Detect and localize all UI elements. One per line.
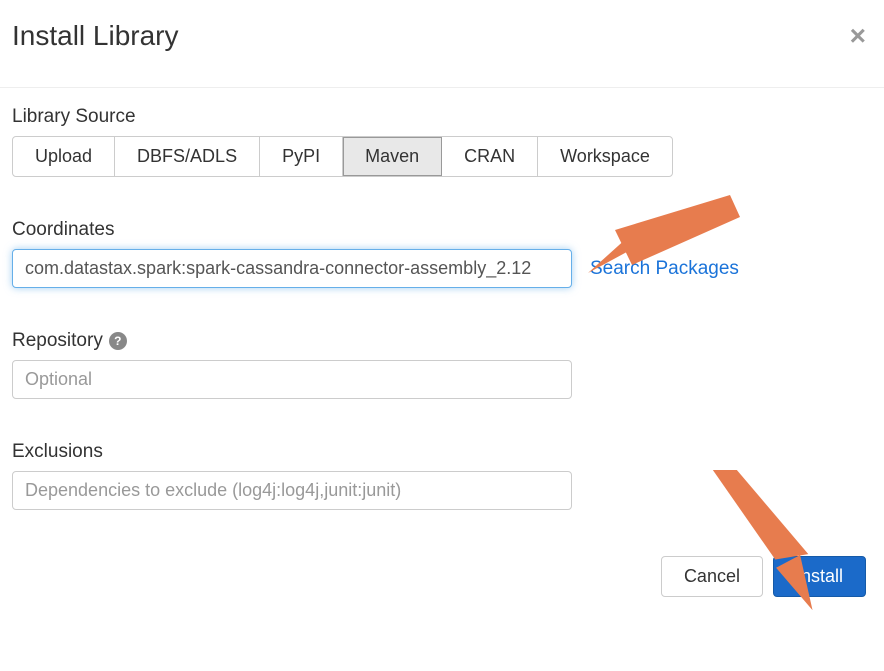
coordinates-row: Coordinates Search Packages	[12, 219, 872, 288]
source-tab-cran[interactable]: CRAN	[442, 137, 538, 176]
repository-row: Repository ?	[12, 330, 872, 399]
coordinates-input[interactable]	[12, 249, 572, 288]
source-tab-pypi[interactable]: PyPI	[260, 137, 343, 176]
repository-label-text: Repository	[12, 330, 103, 352]
install-button[interactable]: Install	[773, 556, 866, 597]
source-tab-workspace[interactable]: Workspace	[538, 137, 672, 176]
search-packages-link[interactable]: Search Packages	[590, 258, 739, 280]
modal-body: Library Source Upload DBFS/ADLS PyPI Mav…	[0, 88, 884, 542]
source-tab-dbfs-adls[interactable]: DBFS/ADLS	[115, 137, 260, 176]
modal-title: Install Library	[12, 20, 179, 52]
repository-input[interactable]	[12, 360, 572, 399]
exclusions-row: Exclusions	[12, 441, 872, 510]
close-button[interactable]: ×	[844, 22, 872, 50]
exclusions-input[interactable]	[12, 471, 572, 510]
modal-footer: Cancel Install	[0, 542, 884, 617]
modal-header: Install Library ×	[0, 0, 884, 88]
cancel-button[interactable]: Cancel	[661, 556, 763, 597]
exclusions-label: Exclusions	[12, 441, 872, 463]
coordinates-label: Coordinates	[12, 219, 872, 241]
library-source-tabs: Upload DBFS/ADLS PyPI Maven CRAN Workspa…	[12, 136, 673, 177]
source-tab-maven[interactable]: Maven	[343, 137, 442, 176]
library-source-label: Library Source	[12, 106, 872, 128]
repository-label: Repository ?	[12, 330, 872, 352]
help-icon[interactable]: ?	[109, 332, 127, 350]
source-tab-upload[interactable]: Upload	[13, 137, 115, 176]
